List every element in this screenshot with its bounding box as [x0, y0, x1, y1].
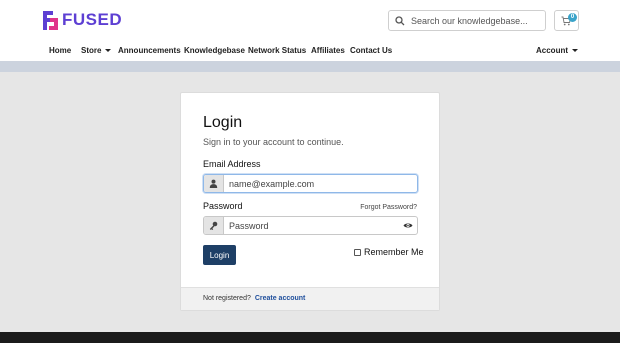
- header-band: [0, 61, 620, 72]
- chevron-down-icon: [572, 49, 578, 53]
- password-field[interactable]: [224, 217, 399, 234]
- remember-me-label: Remember Me: [364, 247, 424, 257]
- user-icon: [204, 175, 224, 192]
- nav-contact-us[interactable]: Contact Us: [350, 40, 392, 61]
- create-account-link[interactable]: Create account: [255, 295, 306, 302]
- email-label: Email Address: [203, 159, 261, 169]
- nav-network-status[interactable]: Network Status: [248, 40, 306, 61]
- password-input-group: [203, 216, 418, 235]
- email-input-group: [203, 174, 418, 193]
- eye-icon[interactable]: [399, 217, 417, 234]
- main-nav: Home Store Announcements Knowledgebase N…: [0, 40, 620, 61]
- nav-store[interactable]: Store: [81, 40, 112, 61]
- search-input[interactable]: [411, 15, 541, 26]
- login-card: Login Sign in to your account to continu…: [180, 92, 440, 311]
- nav-account-label: Account: [536, 46, 568, 55]
- brand-logo[interactable]: FUSED: [41, 7, 122, 33]
- checkbox-icon[interactable]: [354, 248, 361, 256]
- password-label: Password: [203, 201, 243, 211]
- nav-home[interactable]: Home: [49, 40, 71, 61]
- cart-count-badge: 0: [568, 13, 577, 22]
- nav-affiliates[interactable]: Affiliates: [311, 40, 345, 61]
- search-icon[interactable]: [389, 11, 411, 30]
- forgot-password-link[interactable]: Forgot Password?: [360, 204, 417, 211]
- nav-account[interactable]: Account: [536, 40, 578, 61]
- site-header: FUSED 0 Home Store Announcements Knowled…: [0, 0, 620, 61]
- logo-icon: [41, 9, 60, 32]
- nav-store-label: Store: [81, 46, 102, 55]
- nav-knowledgebase[interactable]: Knowledgebase: [184, 40, 245, 61]
- brand-name: FUSED: [62, 10, 123, 29]
- card-footer: Not registered? Create account: [181, 287, 439, 310]
- key-icon: [204, 217, 224, 234]
- not-registered-text: Not registered?: [203, 295, 251, 302]
- email-field[interactable]: [224, 175, 417, 192]
- cart-button[interactable]: 0: [554, 10, 579, 31]
- chevron-down-icon: [105, 49, 112, 53]
- search-box: [388, 10, 546, 31]
- remember-me-checkbox[interactable]: Remember Me: [354, 247, 424, 257]
- login-button[interactable]: Login: [203, 245, 236, 265]
- page-title: Login: [203, 114, 243, 131]
- page-subtitle: Sign in to your account to continue.: [203, 137, 344, 147]
- nav-announcements[interactable]: Announcements: [118, 40, 181, 61]
- site-footer: [0, 332, 620, 343]
